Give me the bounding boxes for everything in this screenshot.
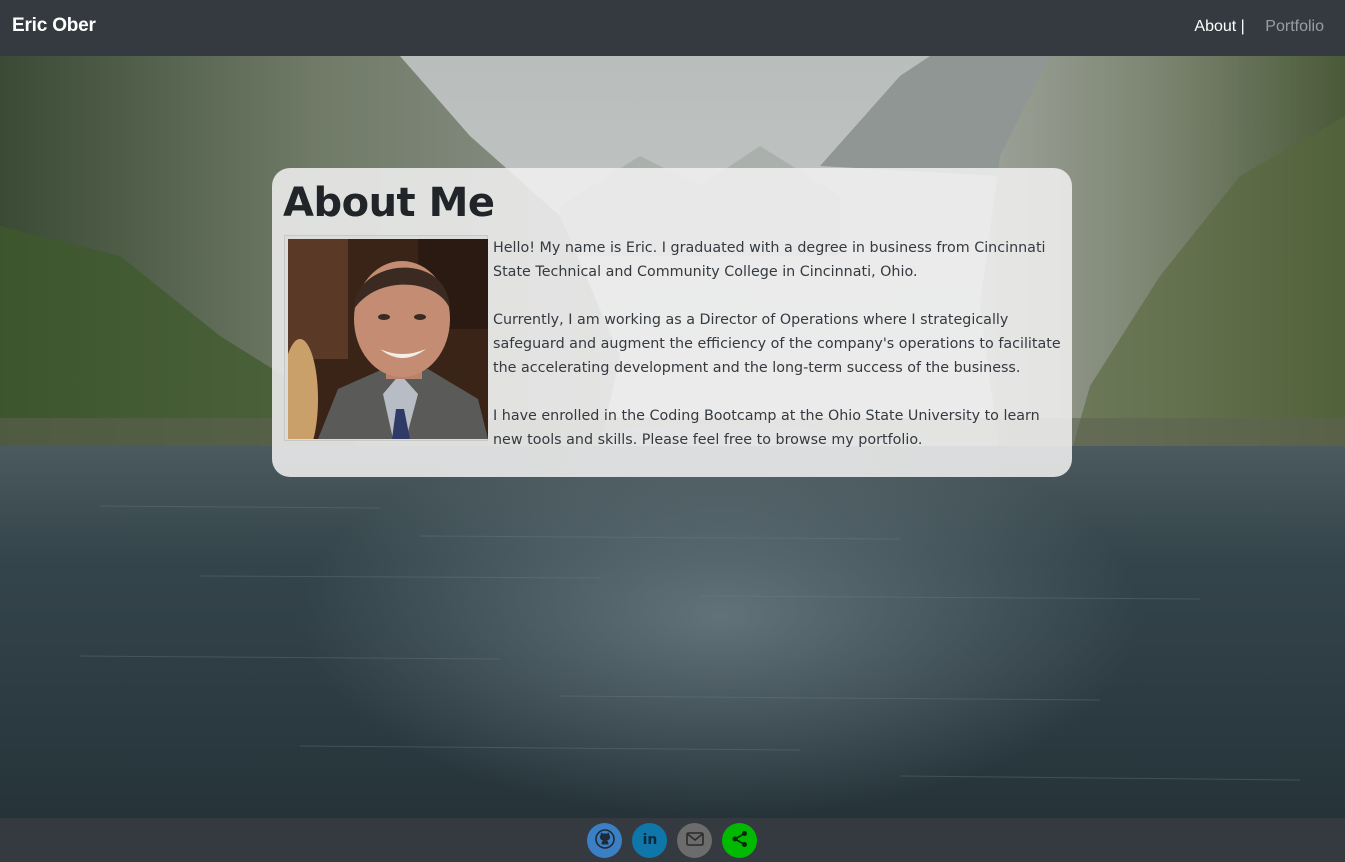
brand-name[interactable]: Eric Ober xyxy=(12,15,96,37)
bio-text: Hello! My name is Eric. I graduated with… xyxy=(493,236,1061,476)
profile-photo xyxy=(288,239,488,439)
mail-icon xyxy=(685,831,704,850)
profile-photo-frame xyxy=(284,235,488,441)
profile-photo-image xyxy=(288,239,488,439)
navbar: Eric Ober About | Portfolio xyxy=(0,0,1345,56)
nav-link-about[interactable]: About | xyxy=(1194,18,1244,35)
about-card: About Me Hello! My name is Eric. I gradu… xyxy=(272,168,1072,477)
share-icon xyxy=(731,830,749,852)
linkedin-button[interactable]: in xyxy=(632,823,667,858)
email-button[interactable] xyxy=(677,823,712,858)
svg-text:in: in xyxy=(642,832,657,848)
linkedin-icon: in xyxy=(640,829,660,853)
nav-link-portfolio[interactable]: Portfolio xyxy=(1265,18,1324,35)
github-button[interactable] xyxy=(587,823,622,858)
bio-paragraph: I have enrolled in the Coding Bootcamp a… xyxy=(493,408,1040,448)
bio-paragraph: Hello! My name is Eric. I graduated with… xyxy=(493,240,1046,280)
github-icon xyxy=(594,828,615,853)
page-title: About Me xyxy=(283,180,495,226)
bio-paragraph: Currently, I am working as a Director of… xyxy=(493,312,1061,376)
share-button[interactable] xyxy=(722,823,757,858)
footer: in xyxy=(0,818,1345,862)
nav-links: About | Portfolio xyxy=(1194,18,1324,36)
